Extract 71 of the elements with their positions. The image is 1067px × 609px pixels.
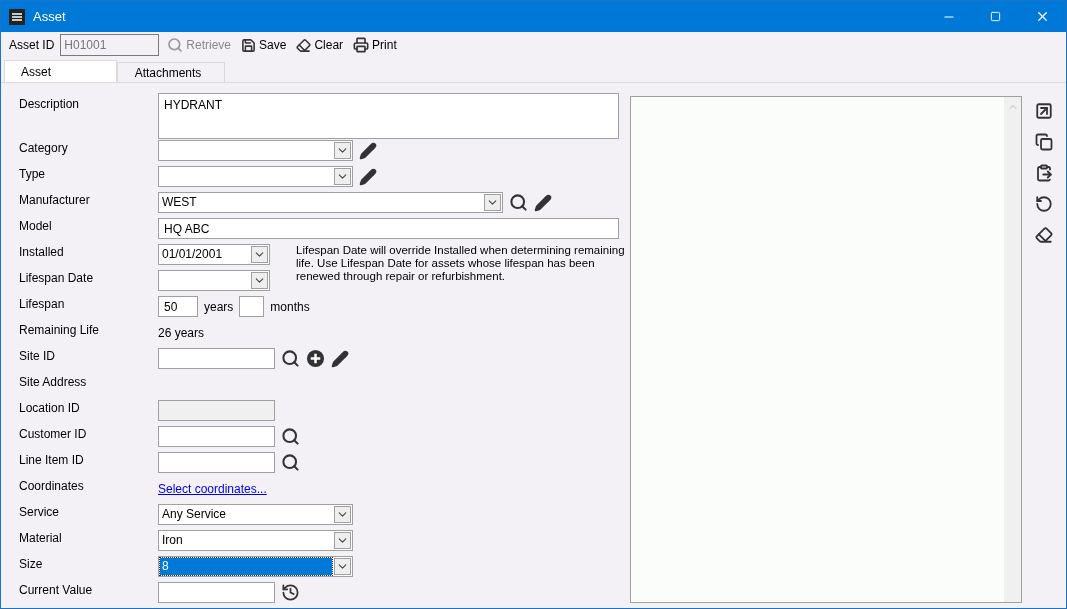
dropdown[interactable] <box>158 166 353 187</box>
printer-icon <box>353 37 370 53</box>
field-label: Description <box>19 96 81 113</box>
field-label: Manufacturer <box>19 192 91 209</box>
text-field[interactable] <box>158 582 275 603</box>
dropdown[interactable] <box>158 270 270 291</box>
search-icon <box>167 37 184 53</box>
window-title: Asset <box>33 9 67 24</box>
field-label: Remaining Life <box>19 322 101 339</box>
field-label: Current Value <box>19 582 94 599</box>
dropdown[interactable]: 8 <box>158 556 353 577</box>
paste-icon[interactable] <box>1035 164 1054 182</box>
dropdown[interactable]: Iron <box>158 530 353 551</box>
history-icon[interactable] <box>281 583 300 602</box>
edit-icon[interactable] <box>534 193 552 212</box>
search-icon[interactable] <box>281 349 300 368</box>
search-icon[interactable] <box>281 453 300 472</box>
expand-icon[interactable] <box>1035 102 1054 120</box>
help-text: Lifespan Date will override Installed when determining remaining life. Use Lifespan Date for assets whose lifespan has been renewed through repair or refurbishment. <box>295 244 626 284</box>
search-icon[interactable] <box>509 193 528 212</box>
field-label: Lifespan <box>19 296 66 313</box>
months-field[interactable] <box>239 296 265 317</box>
field-label: Site Address <box>19 374 88 391</box>
asset-id-field[interactable]: H01001 <box>60 34 160 56</box>
field-label: Model <box>19 218 53 235</box>
edit-icon[interactable] <box>359 167 377 186</box>
field-label: Category <box>19 140 69 157</box>
save-icon <box>241 37 257 53</box>
link[interactable]: Select coordinates... <box>158 481 267 496</box>
add-icon[interactable] <box>306 349 325 368</box>
unit-label: years <box>204 299 234 314</box>
toolbar-button[interactable]: Clear <box>294 37 346 53</box>
field-label: Site ID <box>19 348 56 365</box>
unit-label: months <box>270 299 310 314</box>
search-icon[interactable] <box>281 427 300 446</box>
asset-id-label: Asset ID <box>9 38 55 52</box>
copy-icon[interactable] <box>1035 133 1054 151</box>
field-label: Size <box>19 556 44 573</box>
maximize-button[interactable] <box>990 11 1001 22</box>
scrollbar[interactable] <box>1004 97 1022 602</box>
text-field[interactable] <box>158 426 275 447</box>
close-button[interactable] <box>1035 9 1050 24</box>
description-field[interactable]: HYDRANT <box>158 92 619 139</box>
dropdown[interactable]: Any Service <box>158 504 353 525</box>
field-label: Lifespan Date <box>19 270 95 287</box>
field-label: Type <box>19 166 46 183</box>
eraser-icon <box>296 37 312 53</box>
value-text: 26 years <box>158 325 205 340</box>
text-field[interactable]: HQ ABC <box>158 218 619 239</box>
field-label: Customer ID <box>19 426 88 443</box>
tab[interactable]: Asset <box>4 60 117 82</box>
dropdown[interactable] <box>158 140 353 161</box>
text-field[interactable] <box>158 348 275 369</box>
field-label: Location ID <box>19 400 81 417</box>
tab[interactable]: Attachments <box>117 62 225 82</box>
dropdown[interactable]: 01/01/2001 <box>158 244 270 265</box>
toolbar-button[interactable]: Print <box>351 37 399 53</box>
dropdown[interactable]: WEST <box>158 192 503 213</box>
field-label: Installed <box>19 244 65 261</box>
edit-icon[interactable] <box>359 141 377 160</box>
years-field[interactable]: 50 <box>158 296 198 317</box>
toolbar-button[interactable]: Save <box>239 37 289 53</box>
field-label: Service <box>19 504 60 521</box>
field-label: Material <box>19 530 63 547</box>
edit-icon[interactable] <box>331 349 349 368</box>
field-label: Line Item ID <box>19 452 85 469</box>
field-label: Coordinates <box>19 478 85 495</box>
rotate-icon[interactable] <box>1035 195 1054 213</box>
text-field[interactable] <box>158 452 275 473</box>
app-icon <box>9 8 25 25</box>
eraser-icon[interactable] <box>1035 226 1054 244</box>
